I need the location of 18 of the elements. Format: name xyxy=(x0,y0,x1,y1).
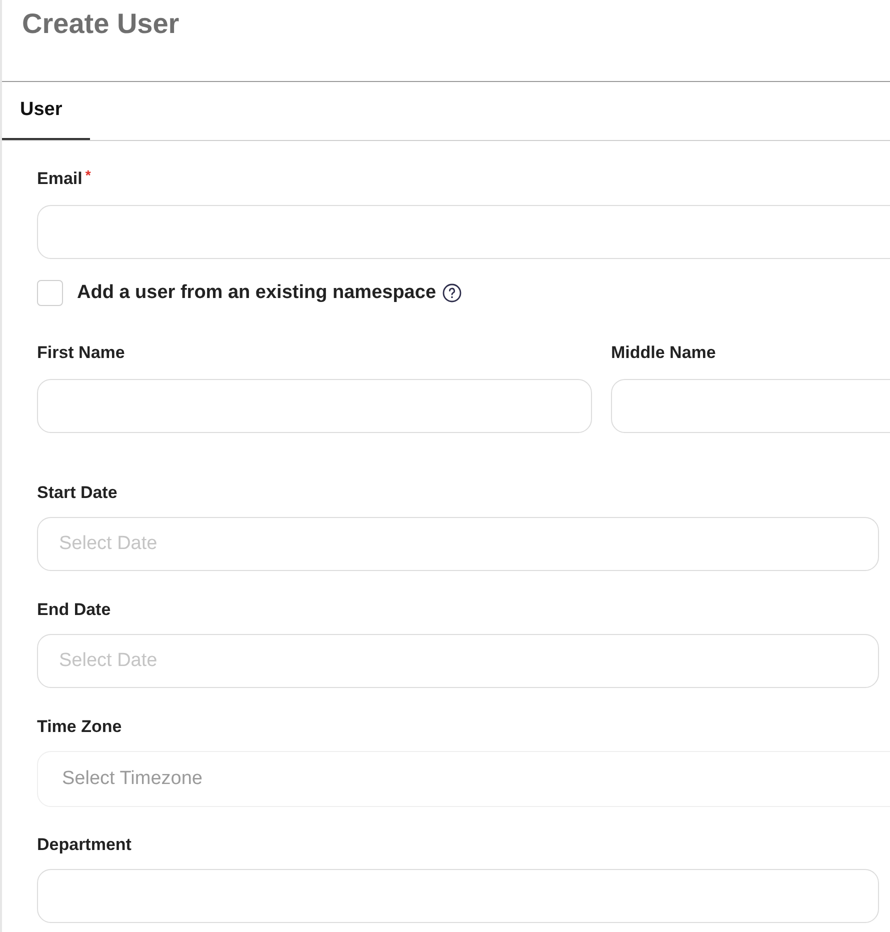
date-field[interactable]: Select Date xyxy=(37,634,879,688)
field-label: End Date xyxy=(37,600,111,620)
first-name-field[interactable] xyxy=(37,379,592,433)
field-label: Email xyxy=(37,169,82,189)
department-field[interactable] xyxy=(37,869,879,923)
field-label: Time Zone xyxy=(37,717,122,737)
field-label: First Name xyxy=(37,343,125,363)
email-field[interactable] xyxy=(37,205,890,259)
checkbox[interactable] xyxy=(37,280,63,306)
date-field[interactable]: Select Date xyxy=(37,517,879,571)
field-label: Middle Name xyxy=(611,343,716,363)
tab[interactable]: User xyxy=(2,82,90,140)
field-label: Department xyxy=(37,835,132,855)
field-label: Start Date xyxy=(37,483,118,503)
page-title: Create User xyxy=(22,7,180,41)
help-icon[interactable] xyxy=(442,283,462,303)
checkbox-label: Add a user from an existing namespace xyxy=(77,280,436,305)
required-asterisk: * xyxy=(85,169,91,181)
